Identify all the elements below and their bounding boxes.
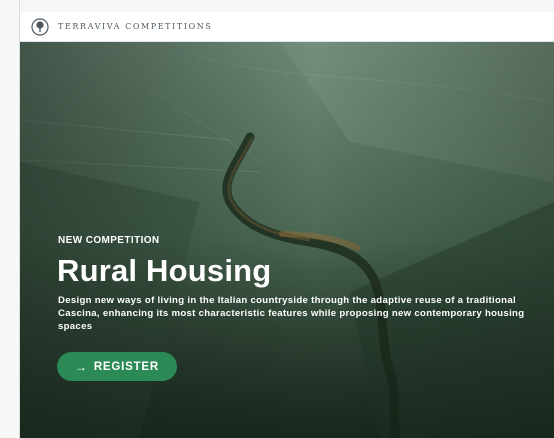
browser-viewport: Terraviva Competitions (0, 0, 554, 438)
register-button-label: REGISTER (93, 360, 159, 373)
tree-logo-icon[interactable] (31, 18, 49, 36)
hero-description: Design new ways of living in the Italian… (58, 295, 525, 332)
site-header: Terraviva Competitions (20, 12, 554, 42)
brand-name[interactable]: Terraviva Competitions (58, 22, 212, 31)
competition-label: NEW COMPETITION (58, 235, 160, 246)
page-title: Rural Housing (57, 253, 272, 288)
window-edge (0, 0, 20, 438)
arrow-right-icon: → (75, 359, 88, 374)
register-button[interactable]: → REGISTER (57, 352, 177, 381)
hero-banner: NEW COMPETITION Rural Housing Design new… (20, 42, 554, 438)
